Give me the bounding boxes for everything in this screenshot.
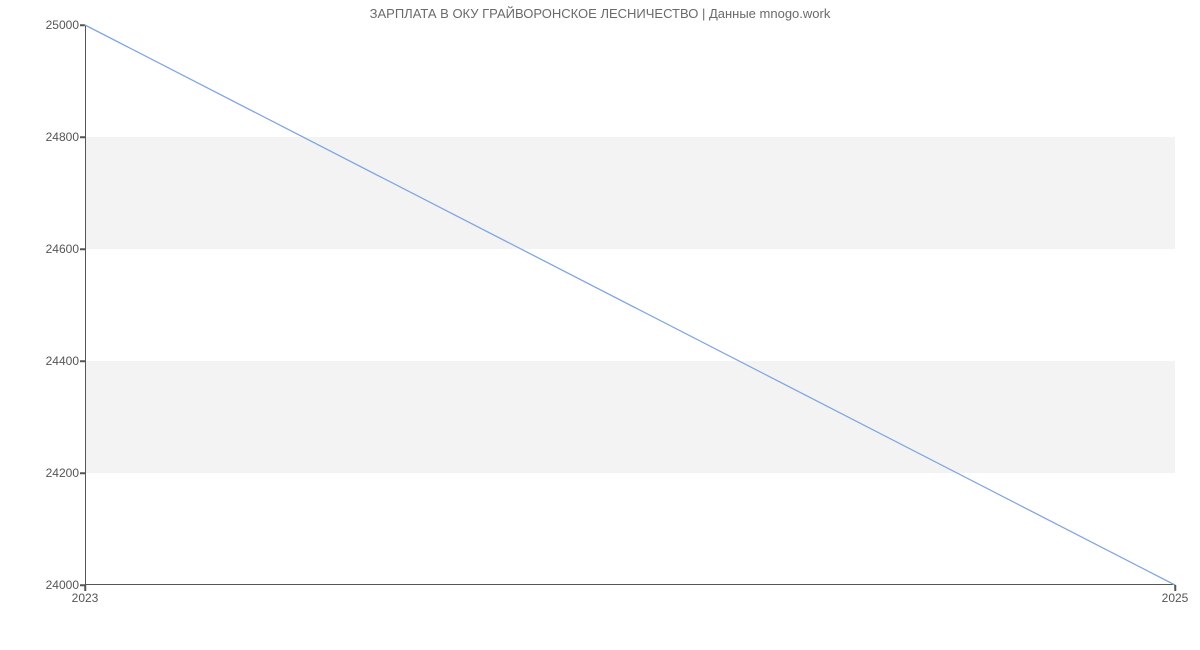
- y-tick-label: 25000: [19, 18, 79, 32]
- x-tick-mark: [1174, 585, 1176, 591]
- x-tick-label: 2025: [1162, 591, 1189, 605]
- chart-title: ЗАРПЛАТА В ОКУ ГРАЙВОРОНСКОЕ ЛЕСНИЧЕСТВО…: [0, 0, 1200, 25]
- chart-area: 24000242002440024600248002500020232025: [85, 25, 1175, 585]
- y-tick-label: 24600: [19, 242, 79, 256]
- x-tick-label: 2023: [72, 591, 99, 605]
- y-tick-label: 24000: [19, 578, 79, 592]
- x-tick-mark: [84, 585, 86, 591]
- y-tick-label: 24800: [19, 130, 79, 144]
- y-tick-label: 24400: [19, 354, 79, 368]
- series-line-salary: [85, 25, 1175, 585]
- line-series-svg: [85, 25, 1175, 585]
- y-tick-label: 24200: [19, 466, 79, 480]
